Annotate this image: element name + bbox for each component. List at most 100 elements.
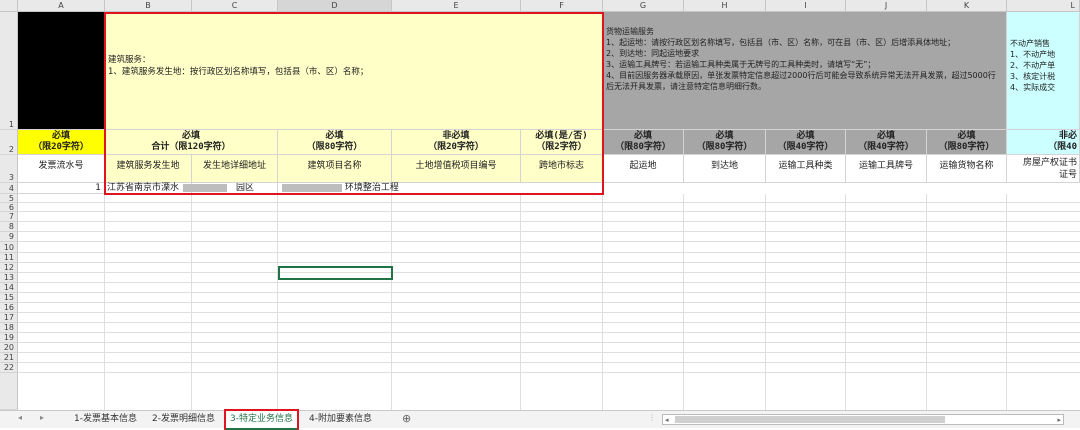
cell-b4[interactable]: 江苏省南京市溧水 bbox=[105, 183, 227, 194]
grid-line bbox=[845, 194, 846, 410]
prev-sheet-icon[interactable]: ◂ bbox=[18, 413, 22, 422]
select-all-corner[interactable] bbox=[0, 0, 18, 12]
row-header[interactable]: 9 bbox=[0, 232, 18, 242]
grid-line bbox=[18, 352, 1080, 353]
cell-b4-text: 江苏省南京市溧水 bbox=[107, 183, 180, 193]
tab-special-business[interactable]: 3-特定业务信息 bbox=[224, 409, 299, 430]
cell-h2-required[interactable]: 必填 （限80字符） bbox=[684, 130, 766, 155]
tab-invoice-basic[interactable]: 1-发票基本信息 bbox=[70, 411, 141, 428]
cell-h3-header[interactable]: 到达地 bbox=[684, 155, 766, 183]
grid-line bbox=[18, 342, 1080, 343]
transport-note-cell[interactable]: 货物运输服务 1、起运地：请按行政区划名称填写，包括县（市、区）名称，可在县（市… bbox=[603, 12, 1007, 130]
column-header-f[interactable]: F bbox=[521, 0, 603, 12]
row-header[interactable]: 19 bbox=[0, 333, 18, 343]
row-header[interactable]: 7 bbox=[0, 212, 18, 222]
column-header-i[interactable]: I bbox=[766, 0, 846, 12]
cell-a1[interactable] bbox=[18, 12, 105, 130]
cell-a2-required[interactable]: 必填 （限20字符） bbox=[18, 130, 105, 155]
tab-invoice-details[interactable]: 2-发票明细信息 bbox=[148, 411, 219, 428]
realestate-note-cell[interactable]: 不动产销售 1、不动产地 2、不动产单 3、核定计税 4、实际成交 bbox=[1007, 12, 1080, 130]
cell-f3-header[interactable]: 跨地市标志 bbox=[521, 155, 603, 183]
row-header[interactable]: 11 bbox=[0, 253, 18, 263]
row-header[interactable]: 16 bbox=[0, 303, 18, 313]
cell-d2-required[interactable]: 必填 （限80字符） bbox=[278, 130, 392, 155]
cell-j2-required[interactable]: 必填 （限40字符） bbox=[846, 130, 927, 155]
row-header[interactable]: 18 bbox=[0, 323, 18, 333]
column-header-b[interactable]: B bbox=[105, 0, 192, 12]
cell-a4[interactable]: 1 bbox=[18, 183, 105, 194]
column-header-e[interactable]: E bbox=[392, 0, 521, 12]
row-header[interactable]: 17 bbox=[0, 313, 18, 323]
cell-g3-header[interactable]: 起运地 bbox=[603, 155, 684, 183]
column-header-j[interactable]: J bbox=[846, 0, 927, 12]
row-header[interactable]: 14 bbox=[0, 283, 18, 293]
grid-line bbox=[391, 194, 392, 410]
row-header[interactable]: 20 bbox=[0, 343, 18, 353]
cell-g2-required[interactable]: 必填 （限80字符） bbox=[603, 130, 684, 155]
spreadsheet-grid[interactable]: A B C D E F G H I J K L 1 2 3 4 5 6 7 8 … bbox=[0, 0, 1080, 410]
row-header[interactable]: 1 bbox=[0, 12, 18, 130]
row-header[interactable]: 12 bbox=[0, 263, 18, 273]
cell-b3-header[interactable]: 建筑服务发生地 bbox=[105, 155, 192, 183]
column-header-c[interactable]: C bbox=[192, 0, 278, 12]
cell-a3-header[interactable]: 发票流水号 bbox=[18, 155, 105, 183]
cell-e3-header[interactable]: 土地增值税项目编号 bbox=[392, 155, 521, 183]
cell-c4[interactable]: 园区 bbox=[192, 183, 278, 194]
cell-c3-header[interactable]: 发生地详细地址 bbox=[192, 155, 278, 183]
cell-bc2-required[interactable]: 必填 合计（限120字符） bbox=[105, 130, 278, 155]
column-header-g[interactable]: G bbox=[603, 0, 684, 12]
splitter-handle-icon[interactable]: ⋮ bbox=[648, 413, 656, 422]
grid-line bbox=[18, 282, 1080, 283]
row-header[interactable]: 4 bbox=[0, 183, 18, 194]
grid-line bbox=[1006, 194, 1007, 410]
column-header-h[interactable]: H bbox=[684, 0, 766, 12]
row-header[interactable]: 8 bbox=[0, 222, 18, 232]
add-sheet-icon[interactable]: ⊕ bbox=[398, 411, 415, 428]
grid-line bbox=[277, 194, 278, 410]
cell-d3-header[interactable]: 建筑项目名称 bbox=[278, 155, 392, 183]
grid-line bbox=[520, 194, 521, 410]
scroll-thumb[interactable] bbox=[675, 416, 945, 423]
grid-line bbox=[18, 292, 1080, 293]
grid-line bbox=[18, 322, 1080, 323]
row-header[interactable]: 13 bbox=[0, 273, 18, 283]
cell-e2-optional[interactable]: 非必填 （限20字符） bbox=[392, 130, 521, 155]
grid-line bbox=[18, 332, 1080, 333]
cell-d4[interactable]: 环境整治工程 bbox=[278, 183, 399, 194]
cell-l3-header[interactable]: 房屋产权证书 证号 bbox=[1007, 155, 1080, 183]
column-header-d[interactable]: D bbox=[278, 0, 392, 12]
grid-line bbox=[18, 312, 1080, 313]
cell-i3-header[interactable]: 运输工具种类 bbox=[766, 155, 846, 183]
construction-note-cell[interactable]: 建筑服务： 1、建筑服务发生地：按行政区划名称填写，包括县（市、区）名称； bbox=[105, 12, 603, 130]
cell-i2-required[interactable]: 必填 （限40字符） bbox=[766, 130, 846, 155]
row-header[interactable]: 21 bbox=[0, 353, 18, 363]
row-header[interactable]: 10 bbox=[0, 242, 18, 253]
scroll-left-icon[interactable]: ◂ bbox=[665, 416, 669, 424]
grid-line bbox=[683, 194, 684, 410]
cell-k2-required[interactable]: 必填 （限80字符） bbox=[927, 130, 1007, 155]
grid-line bbox=[18, 302, 1080, 303]
row-header[interactable]: 15 bbox=[0, 293, 18, 303]
grid-line bbox=[926, 194, 927, 410]
column-header-a[interactable]: A bbox=[18, 0, 105, 12]
scroll-right-icon[interactable]: ▸ bbox=[1057, 416, 1061, 424]
grid-line bbox=[18, 202, 1080, 203]
active-cell-selection[interactable] bbox=[278, 266, 393, 280]
cell-l2-optional[interactable]: 非必 （限40 bbox=[1007, 130, 1080, 155]
column-header-k[interactable]: K bbox=[927, 0, 1007, 12]
row-header[interactable]: 3 bbox=[0, 155, 18, 183]
grid-line bbox=[18, 221, 1080, 222]
sheet-tab-bar: ◂ ▸ 1-发票基本信息 2-发票明细信息 3-特定业务信息 4-附加要素信息 … bbox=[0, 409, 1080, 430]
tab-additional-elements[interactable]: 4-附加要素信息 bbox=[305, 411, 376, 428]
row-header[interactable]: 5 bbox=[0, 194, 18, 203]
next-sheet-icon[interactable]: ▸ bbox=[40, 413, 44, 422]
cell-j3-header[interactable]: 运输工具牌号 bbox=[846, 155, 927, 183]
grid-line bbox=[18, 272, 1080, 273]
row-header[interactable]: 6 bbox=[0, 203, 18, 212]
cell-k3-header[interactable]: 运输货物名称 bbox=[927, 155, 1007, 183]
column-header-l[interactable]: L bbox=[1007, 0, 1080, 12]
horizontal-scrollbar[interactable]: ◂ ▸ bbox=[662, 414, 1064, 425]
row-header[interactable]: 2 bbox=[0, 130, 18, 155]
cell-f2-required[interactable]: 必填(是/否) （限2字符） bbox=[521, 130, 603, 155]
row-header[interactable]: 22 bbox=[0, 363, 18, 373]
